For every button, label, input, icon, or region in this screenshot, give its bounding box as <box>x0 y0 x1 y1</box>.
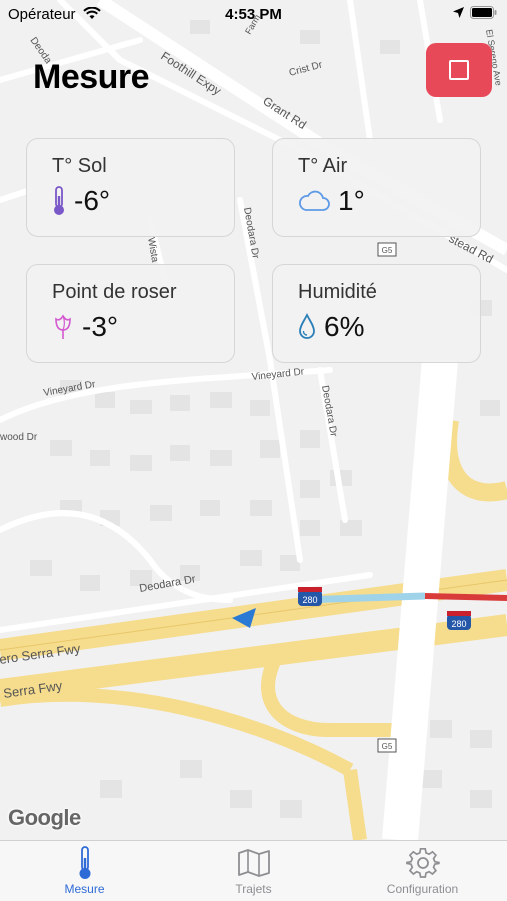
tab-trajets[interactable]: Trajets <box>169 841 338 901</box>
status-bar: Opérateur 4:53 PM <box>0 0 507 30</box>
thermometer-icon <box>54 186 64 215</box>
stop-icon <box>449 60 469 80</box>
tab-configuration[interactable]: Configuration <box>338 841 507 901</box>
card-humidity: Humidité 6% <box>272 264 481 363</box>
card-value: -6° <box>74 185 111 216</box>
shield-280: 280 <box>302 595 317 605</box>
cloud-icon <box>299 190 330 211</box>
card-dew-point: Point de roser -3° <box>26 264 235 363</box>
map-view[interactable]: 280 280 G5 G5 Foothill Expy Grant Rd Cri… <box>0 0 507 840</box>
clock: 4:53 PM <box>225 6 282 23</box>
google-logo: Google <box>8 805 81 830</box>
card-soil-temp: T° Sol -6° <box>26 138 235 237</box>
thermometer-icon <box>79 846 90 879</box>
tab-bar: Mesure Trajets Configuration <box>0 840 507 901</box>
card-air-temp: T° Air 1° <box>272 138 481 237</box>
card-label: T° Air <box>298 155 348 177</box>
tab-label: Configuration <box>386 882 459 896</box>
card-value: -3° <box>82 311 119 342</box>
location-arrow-icon <box>453 7 464 18</box>
tab-label: Mesure <box>64 882 105 896</box>
page-title: Mesure <box>33 58 150 96</box>
flower-icon <box>55 314 71 339</box>
card-label: Point de roser <box>52 281 177 303</box>
tab-mesure[interactable]: Mesure <box>0 841 169 901</box>
map-icon <box>237 849 270 877</box>
tab-label: Trajets <box>235 882 272 896</box>
drop-icon <box>299 313 315 339</box>
card-label: Humidité <box>298 281 377 303</box>
card-value: 6% <box>324 311 365 342</box>
card-value: 1° <box>338 185 365 216</box>
status-indicators <box>453 6 497 19</box>
label-wood-2: wood Dr <box>0 432 38 443</box>
stop-button[interactable] <box>426 43 492 97</box>
battery-icon <box>470 6 497 19</box>
gear-icon <box>405 847 440 878</box>
shield-g5: G5 <box>382 246 393 255</box>
shield-280-b: 280 <box>451 619 466 629</box>
shield-g5-b: G5 <box>382 742 393 751</box>
card-label: T° Sol <box>52 155 107 177</box>
